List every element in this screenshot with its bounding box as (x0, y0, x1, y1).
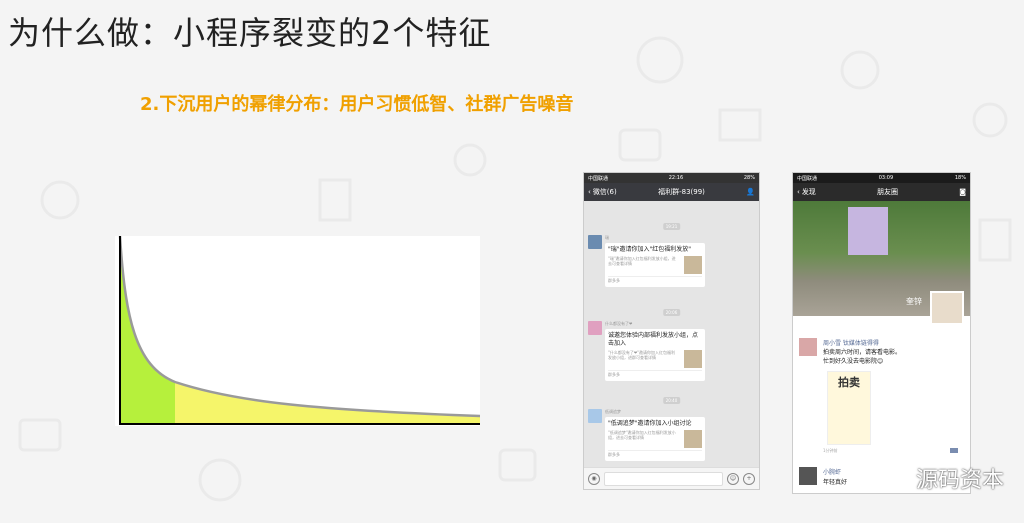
phone-moments: 中国联通 03:09 18% ‹ 发现 朋友圈 ◙ 奎锌 周小雪 钛媒体链得得 … (792, 172, 971, 494)
clock: 22:16 (668, 175, 684, 181)
card-source: 群多多 (608, 370, 702, 378)
status-bar: 中国联通 22:16 28% (584, 173, 759, 183)
card-title: "低调追梦"邀请你加入小组讨论 (608, 420, 692, 427)
comment-icon[interactable] (950, 448, 958, 453)
post-text-line: 拍卖周六时间，请客看电影。 (823, 349, 902, 356)
message-input[interactable] (604, 471, 723, 486)
status-bar: 中国联通 03:09 18% (793, 173, 970, 183)
post-text-line: 忙到好久没去电影院😊 (823, 358, 884, 365)
plus-icon[interactable]: + (743, 472, 755, 485)
carrier: 中国联通 (797, 175, 818, 182)
watermark: 源码资本 (883, 462, 1004, 494)
avatar[interactable] (799, 338, 817, 356)
voice-icon[interactable]: ◉ (588, 472, 600, 485)
back-button[interactable]: ‹ 发现 (797, 187, 816, 197)
post-image-text: 拍卖 (838, 376, 860, 389)
clock: 03:09 (878, 175, 894, 181)
back-label: 发现 (801, 188, 816, 196)
moments-cover-photo[interactable]: 奎锌 (793, 201, 970, 325)
phone-group-chat: 中国联通 22:16 28% ‹ 微信(6) 福利群-83(99) 👤 19:2… (583, 172, 760, 490)
nav-bar: ‹ 微信(6) 福利群-83(99) 👤 (584, 183, 759, 201)
camera-icon[interactable]: ◙ (959, 188, 966, 196)
card-thumbnail (684, 430, 702, 448)
chat-area: 19:21 瑞 "瑞"邀请你加入"红包福利发放" "瑞"邀请你加入红包福利发放小… (584, 203, 759, 467)
sender-name: 低调追梦 (605, 409, 621, 414)
time-badge: 20:40 (662, 397, 681, 404)
sender-name: 瑞 (605, 235, 609, 240)
battery: 18% (954, 175, 966, 181)
card-desc: "什么都没有了❤"邀请你加入红包福利发放小组，进群可查看详情 (608, 350, 676, 360)
back-label: 微信(6) (592, 188, 617, 196)
group-info-icon[interactable]: 👤 (746, 188, 755, 196)
input-bar: ◉ ☺ + (584, 467, 759, 489)
cover-avatar[interactable] (930, 291, 964, 325)
moments-title: 朋友圈 (877, 188, 898, 196)
card-desc: "低调追梦"邀请你加入红包福利发放小组，进去可查看详情 (608, 430, 676, 440)
chat-title: 福利群-83(99) (658, 188, 705, 196)
avatar[interactable] (588, 235, 602, 249)
avatar[interactable] (588, 409, 602, 423)
invite-card[interactable]: "低调追梦"邀请你加入小组讨论 "低调追梦"邀请你加入红包福利发放小组，进去可查… (605, 417, 705, 461)
post-text: 拍卖周六时间，请客看电影。 忙到好久没去电影院😊 (823, 348, 901, 366)
card-source: 群多多 (608, 450, 702, 458)
carrier: 中国联通 (588, 175, 609, 182)
battery: 28% (743, 175, 755, 181)
card-thumbnail (684, 256, 702, 274)
post-author[interactable]: 小腕虾 (823, 467, 841, 476)
card-title: "瑞"邀请你加入"红包福利发放" (608, 246, 692, 253)
invite-card[interactable]: "瑞"邀请你加入"红包福利发放" "瑞"邀请你加入红包福利发放小组，进去可查看详… (605, 243, 705, 287)
avatar[interactable] (799, 467, 817, 485)
time-badge: 19:21 (662, 223, 681, 230)
post-time: 1分钟前 (823, 448, 838, 453)
chat-message: 什么都没有了❤ 诚邀您体验内部福利发放小组，点击加入 "什么都没有了❤"邀请你加… (588, 321, 705, 381)
card-source: 群多多 (608, 276, 702, 284)
sender-name: 什么都没有了❤ (605, 321, 633, 326)
slide-subtitle: 2.下沉用户的幂律分布：用户习惯低智、社群广告噪音 (140, 94, 574, 115)
emoji-icon[interactable]: ☺ (727, 472, 739, 485)
post-author[interactable]: 周小雪 钛媒体链得得 (823, 338, 879, 347)
avatar[interactable] (588, 321, 602, 335)
cover-username: 奎锌 (906, 297, 922, 306)
power-law-curve (115, 236, 480, 426)
cover-sign (848, 207, 888, 255)
chevron-left-icon: ‹ (588, 188, 591, 196)
invite-card[interactable]: 诚邀您体验内部福利发放小组，点击加入 "什么都没有了❤"邀请你加入红包福利发放小… (605, 329, 705, 381)
card-thumbnail (684, 350, 702, 368)
slide-title: 为什么做：小程序裂变的2个特征 (8, 14, 492, 52)
watermark-text: 源码资本 (915, 468, 1004, 493)
chat-message: 瑞 "瑞"邀请你加入"红包福利发放" "瑞"邀请你加入红包福利发放小组，进去可查… (588, 235, 705, 287)
card-desc: "瑞"邀请你加入红包福利发放小组，进去可查看详情 (608, 256, 676, 266)
chevron-left-icon: ‹ (797, 188, 800, 196)
wechat-icon (883, 467, 912, 489)
chat-message: 低调追梦 "低调追梦"邀请你加入小组讨论 "低调追梦"邀请你加入红包福利发放小组… (588, 409, 705, 461)
post-text: 年轻真好 (823, 479, 848, 486)
time-badge: 20:06 (662, 309, 681, 316)
back-button[interactable]: ‹ 微信(6) (588, 187, 617, 197)
card-title: 诚邀您体验内部福利发放小组，点击加入 (608, 332, 699, 347)
nav-bar: ‹ 发现 朋友圈 ◙ (793, 183, 970, 201)
post-image[interactable]: 拍卖 (827, 371, 871, 445)
